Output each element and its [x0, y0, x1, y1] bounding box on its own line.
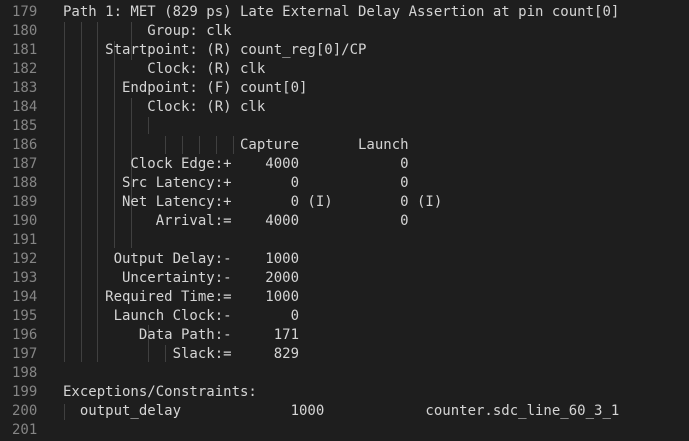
code-line[interactable]: 196 Data Path:- 171 [0, 326, 689, 345]
line-text[interactable]: Output Delay:- 1000 [63, 250, 299, 269]
line-text[interactable]: Clock: (R) clk [63, 60, 265, 79]
code-editor[interactable]: 179 Path 1: MET (829 ps) Late External De… [0, 0, 689, 441]
line-text[interactable]: Net Latency:+ 0 (I) 0 (I) [63, 193, 442, 212]
code-line[interactable]: 183 Endpoint: (F) count[0] [0, 79, 689, 98]
code-line[interactable]: 198 [0, 364, 689, 383]
line-number: 179 [12, 4, 38, 20]
line-text[interactable]: Clock Edge:+ 4000 0 [63, 155, 408, 174]
code-line[interactable]: 188 Src Latency:+ 0 0 [0, 174, 689, 193]
line-number: 195 [12, 308, 38, 324]
line-text[interactable]: Endpoint: (F) count[0] [63, 79, 307, 98]
line-number: 182 [12, 61, 38, 77]
line-text[interactable]: Arrival:= 4000 0 [63, 212, 409, 231]
line-text[interactable]: Group: clk [63, 22, 231, 41]
code-line[interactable]: 199 Exceptions/Constraints: [0, 383, 689, 402]
code-line[interactable]: 181 Startpoint: (R) count_reg[0]/CP [0, 41, 689, 60]
line-text[interactable]: output_delay 1000 counter.sdc_line_60_3_… [63, 402, 619, 421]
line-number: 201 [12, 422, 38, 438]
line-number: 181 [12, 42, 38, 58]
line-number: 184 [12, 99, 38, 115]
code-line[interactable]: 186 Capture Launch [0, 136, 689, 155]
line-text[interactable]: Data Path:- 171 [63, 326, 299, 345]
line-number: 199 [12, 384, 38, 400]
line-number: 188 [12, 175, 38, 191]
code-line[interactable]: 194 Required Time:= 1000 [0, 288, 689, 307]
code-line[interactable]: 184 Clock: (R) clk [0, 98, 689, 117]
code-line[interactable]: 195 Launch Clock:- 0 [0, 307, 689, 326]
code-line[interactable]: 182 Clock: (R) clk [0, 60, 689, 79]
line-number: 185 [12, 118, 38, 134]
line-text[interactable]: Uncertainty:- 2000 [63, 269, 299, 288]
line-text[interactable]: Path 1: MET (829 ps) Late External Delay… [63, 3, 619, 22]
code-line[interactable]: 193 Uncertainty:- 2000 [0, 269, 689, 288]
line-text[interactable]: Clock: (R) clk [63, 98, 265, 117]
line-text[interactable]: Launch Clock:- 0 [63, 307, 299, 326]
line-text[interactable]: Required Time:= 1000 [63, 288, 299, 307]
line-text[interactable]: Src Latency:+ 0 0 [63, 174, 409, 193]
line-number: 194 [12, 289, 38, 305]
line-number: 193 [12, 270, 38, 286]
line-number: 198 [12, 365, 38, 381]
line-number: 191 [12, 232, 38, 248]
code-line[interactable]: 180 Group: clk [0, 22, 689, 41]
line-number: 183 [12, 80, 38, 96]
code-line[interactable]: 191 [0, 231, 689, 250]
line-number: 200 [12, 403, 38, 419]
code-line[interactable]: 179 Path 1: MET (829 ps) Late External De… [0, 3, 689, 22]
line-number: 186 [12, 137, 38, 153]
line-number: 180 [12, 23, 38, 39]
line-number: 197 [12, 346, 38, 362]
code-line[interactable]: 190 Arrival:= 4000 0 [0, 212, 689, 231]
code-line[interactable]: 200 output_delay 1000 counter.sdc_line_6… [0, 402, 689, 421]
line-number: 196 [12, 327, 38, 343]
line-text[interactable]: Slack:= 829 [63, 345, 299, 364]
code-line[interactable]: 197 Slack:= 829 [0, 345, 689, 364]
line-number: 190 [12, 213, 38, 229]
line-text[interactable]: Startpoint: (R) count_reg[0]/CP [63, 41, 366, 60]
line-number: 189 [12, 194, 38, 210]
line-text[interactable]: Capture Launch [63, 136, 409, 155]
line-number: 192 [12, 251, 38, 267]
code-line[interactable]: 187 Clock Edge:+ 4000 0 [0, 155, 689, 174]
code-line[interactable]: 192 Output Delay:- 1000 [0, 250, 689, 269]
line-number: 187 [12, 156, 38, 172]
code-line[interactable]: 201 [0, 421, 689, 440]
line-text[interactable]: Exceptions/Constraints: [63, 383, 257, 402]
code-line[interactable]: 185 [0, 117, 689, 136]
code-line[interactable]: 189 Net Latency:+ 0 (I) 0 (I) [0, 193, 689, 212]
